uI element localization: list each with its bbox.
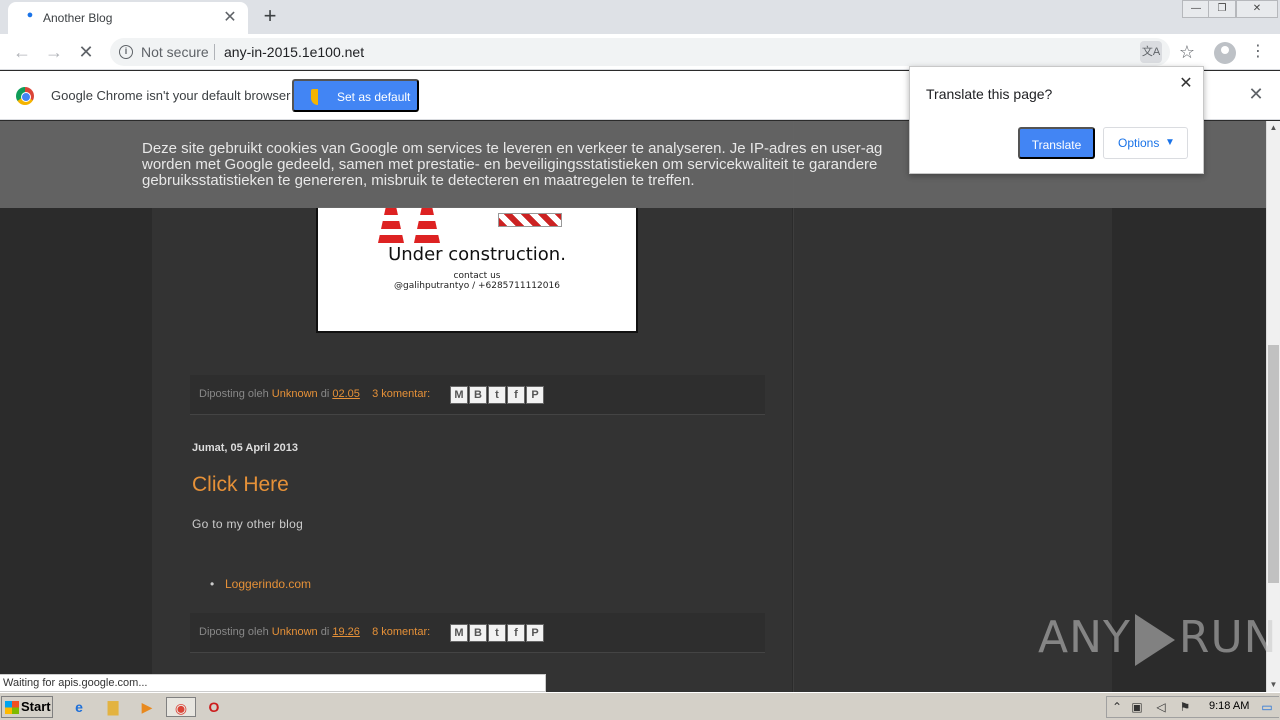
post-date-header: Jumat, 05 April 2013 [192, 442, 298, 454]
file-explorer-icon[interactable]: ▇ [102, 697, 124, 717]
url-text[interactable]: any-in-2015.1e100.net [224, 44, 364, 60]
translate-icon[interactable]: 文A [1140, 41, 1162, 63]
volume-icon[interactable]: ◁ [1153, 699, 1169, 715]
translate-button[interactable]: Translate [1018, 127, 1095, 159]
share-email-icon[interactable]: M [450, 624, 468, 642]
translate-close-icon[interactable]: ✕ [1177, 75, 1195, 93]
loading-status: Waiting for apis.google.com... [0, 674, 546, 692]
start-label: Start [21, 699, 51, 714]
share-facebook-icon[interactable]: f [507, 386, 525, 404]
anyrun-watermark: ANY RUN [1038, 612, 1278, 666]
internet-explorer-icon[interactable]: e [68, 697, 90, 717]
author-link[interactable]: Unknown [272, 388, 318, 400]
share-facebook-icon[interactable]: f [507, 624, 525, 642]
back-button[interactable]: ← [10, 40, 34, 64]
share-twitter-icon[interactable]: t [488, 386, 506, 404]
post-title-link[interactable]: Click Here [192, 473, 289, 497]
comments-link[interactable]: 3 komentar: [372, 388, 430, 400]
tab-title: Another Blog [43, 11, 113, 25]
play-logo-icon [1134, 614, 1175, 666]
caret-down-icon: ▼ [1165, 137, 1175, 148]
stop-loading-button[interactable]: ✕ [74, 40, 98, 64]
options-label: Options [1118, 136, 1160, 150]
loggerindo-link[interactable]: Loggerindo.com [225, 577, 311, 591]
page-scrollbar[interactable]: ▲ ▼ [1266, 121, 1280, 692]
system-tray: ⌃ ▣ ◁ ⚑ 9:18 AM ▭ [1106, 696, 1279, 718]
post-footer: Diposting oleh Unknown di 02.05 3 koment… [190, 375, 765, 415]
address-bar[interactable]: i Not secure any-in-2015.1e100.net 文A ☆ [110, 38, 1195, 66]
bookmark-star-icon[interactable]: ☆ [1176, 40, 1198, 64]
divider [214, 44, 215, 60]
cookie-line: gebruiksstatistieken te genereren, misbr… [142, 172, 695, 189]
windows-logo-icon [5, 701, 19, 714]
translate-popup: Translate this page? ✕ Translate Options… [909, 66, 1204, 174]
scroll-up-arrow-icon[interactable]: ▲ [1267, 121, 1280, 135]
window-close-button[interactable]: ✕ [1236, 0, 1278, 18]
action-center-flag-icon[interactable]: ⚑ [1177, 699, 1193, 715]
chrome-taskbar-icon[interactable]: ◉ [166, 697, 196, 717]
media-player-icon[interactable]: ▶ [136, 697, 158, 717]
forward-button[interactable]: → [42, 40, 66, 64]
minimize-button[interactable]: — [1182, 0, 1210, 18]
set-as-default-label: Set as default [337, 90, 411, 104]
post-meta: Diposting oleh Unknown di 02.05 3 koment… [199, 388, 431, 400]
infobar-message: Google Chrome isn't your default browser [51, 88, 291, 103]
list-bullet: • [210, 577, 215, 591]
web-page: Deze site gebruikt cookies van Google om… [0, 121, 1266, 692]
scroll-down-arrow-icon[interactable]: ▼ [1267, 678, 1280, 692]
share-email-icon[interactable]: M [450, 386, 468, 404]
new-tab-button[interactable]: + [258, 4, 282, 28]
translate-options-button[interactable]: Options ▼ [1103, 127, 1188, 159]
windows-taskbar: Start e ▇ ▶ ◉ O ⌃ ▣ ◁ ⚑ 9:18 AM ▭ [0, 692, 1280, 720]
uac-shield-icon [311, 89, 325, 105]
author-link[interactable]: Unknown [272, 626, 318, 638]
tray-expand-icon[interactable]: ⌃ [1109, 699, 1125, 715]
share-twitter-icon[interactable]: t [488, 624, 506, 642]
chrome-logo-icon [16, 87, 34, 105]
start-button[interactable]: Start [1, 696, 53, 718]
scroll-thumb[interactable] [1268, 345, 1279, 583]
profile-avatar-icon[interactable] [1214, 42, 1236, 64]
comments-link[interactable]: 8 komentar: [372, 626, 430, 638]
timestamp-link[interactable]: 19.26 [332, 626, 360, 638]
network-icon[interactable]: ▣ [1129, 699, 1145, 715]
maximize-button[interactable]: ❐ [1208, 0, 1236, 18]
share-blog-icon[interactable]: B [469, 624, 487, 642]
chrome-menu-icon[interactable]: ⋮ [1248, 40, 1268, 64]
security-label[interactable]: Not secure [141, 44, 209, 60]
post-body: Go to my other blog [192, 517, 304, 531]
tab-close-icon[interactable]: ✕ [220, 8, 240, 28]
construction-contact: contact us @galihputrantyo / +6285711112… [394, 271, 560, 291]
construction-title: Under construction. [388, 244, 566, 265]
opera-icon[interactable]: O [203, 697, 225, 717]
loading-favicon-icon: ● [26, 9, 34, 21]
share-pinterest-icon[interactable]: P [526, 624, 544, 642]
tab-another-blog[interactable]: ● Another Blog ✕ [8, 2, 248, 34]
tab-strip: ● Another Blog ✕ + — ❐ ✕ [0, 0, 1280, 34]
post-meta: Diposting oleh Unknown di 19.26 8 koment… [199, 626, 431, 638]
set-as-default-button[interactable]: Set as default [292, 79, 419, 112]
infobar-close-icon[interactable]: ✕ [1247, 85, 1265, 103]
under-construction-image: Under construction. contact us @galihput… [316, 205, 638, 333]
browser-toolbar: ← → ✕ i Not secure any-in-2015.1e100.net… [0, 34, 1280, 70]
share-blog-icon[interactable]: B [469, 386, 487, 404]
post-footer: Diposting oleh Unknown di 19.26 8 koment… [190, 613, 765, 653]
share-pinterest-icon[interactable]: P [526, 386, 544, 404]
traffic-cones-illustration [378, 207, 578, 247]
timestamp-link[interactable]: 02.05 [332, 388, 360, 400]
info-icon[interactable]: i [119, 45, 133, 59]
translate-popup-title: Translate this page? [926, 86, 1053, 102]
show-desktop-icon[interactable]: ▭ [1259, 699, 1275, 715]
clock[interactable]: 9:18 AM [1209, 700, 1249, 712]
